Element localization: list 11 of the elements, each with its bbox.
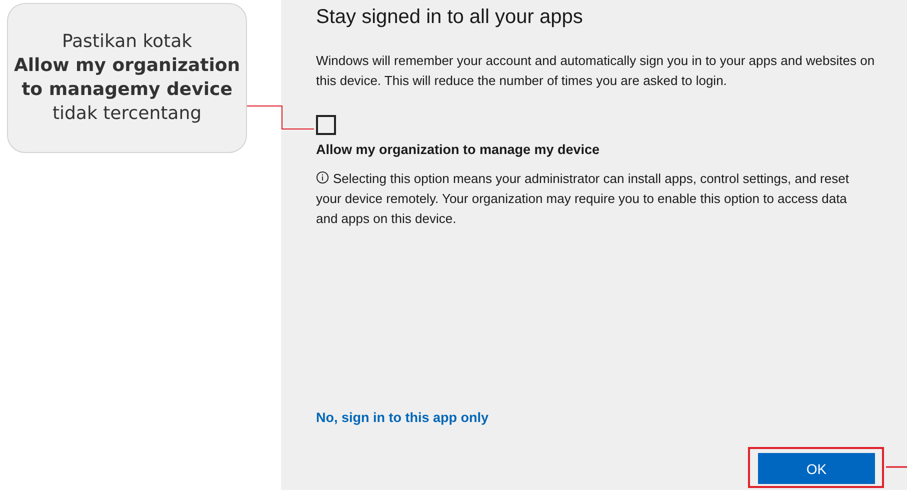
sign-in-app-only-link[interactable]: No, sign in to this app only bbox=[316, 410, 877, 425]
checkbox[interactable] bbox=[316, 115, 336, 135]
dialog-title: Stay signed in to all your apps bbox=[316, 6, 584, 29]
checkbox-label: Allow my organization to manage my device bbox=[316, 142, 601, 157]
info-text: Selecting this option means your administrator can install apps, control settings, and reset your device remotely. Your organization may require you to enable this option to access data and apps on this device. bbox=[316, 170, 850, 228]
callout-note: Pastikan kotak Allow my organization to managemy device tidak tercentang bbox=[12, 30, 242, 126]
info-icon bbox=[316, 171, 329, 184]
leader-line bbox=[886, 466, 907, 468]
ok-button[interactable]: OK bbox=[758, 453, 875, 484]
description-text: Windows will remember your account and automatically sign you in to your apps and websites on this device. This will reduce the number of times you are asked to login. bbox=[316, 52, 876, 90]
leader-line bbox=[246, 106, 314, 130]
